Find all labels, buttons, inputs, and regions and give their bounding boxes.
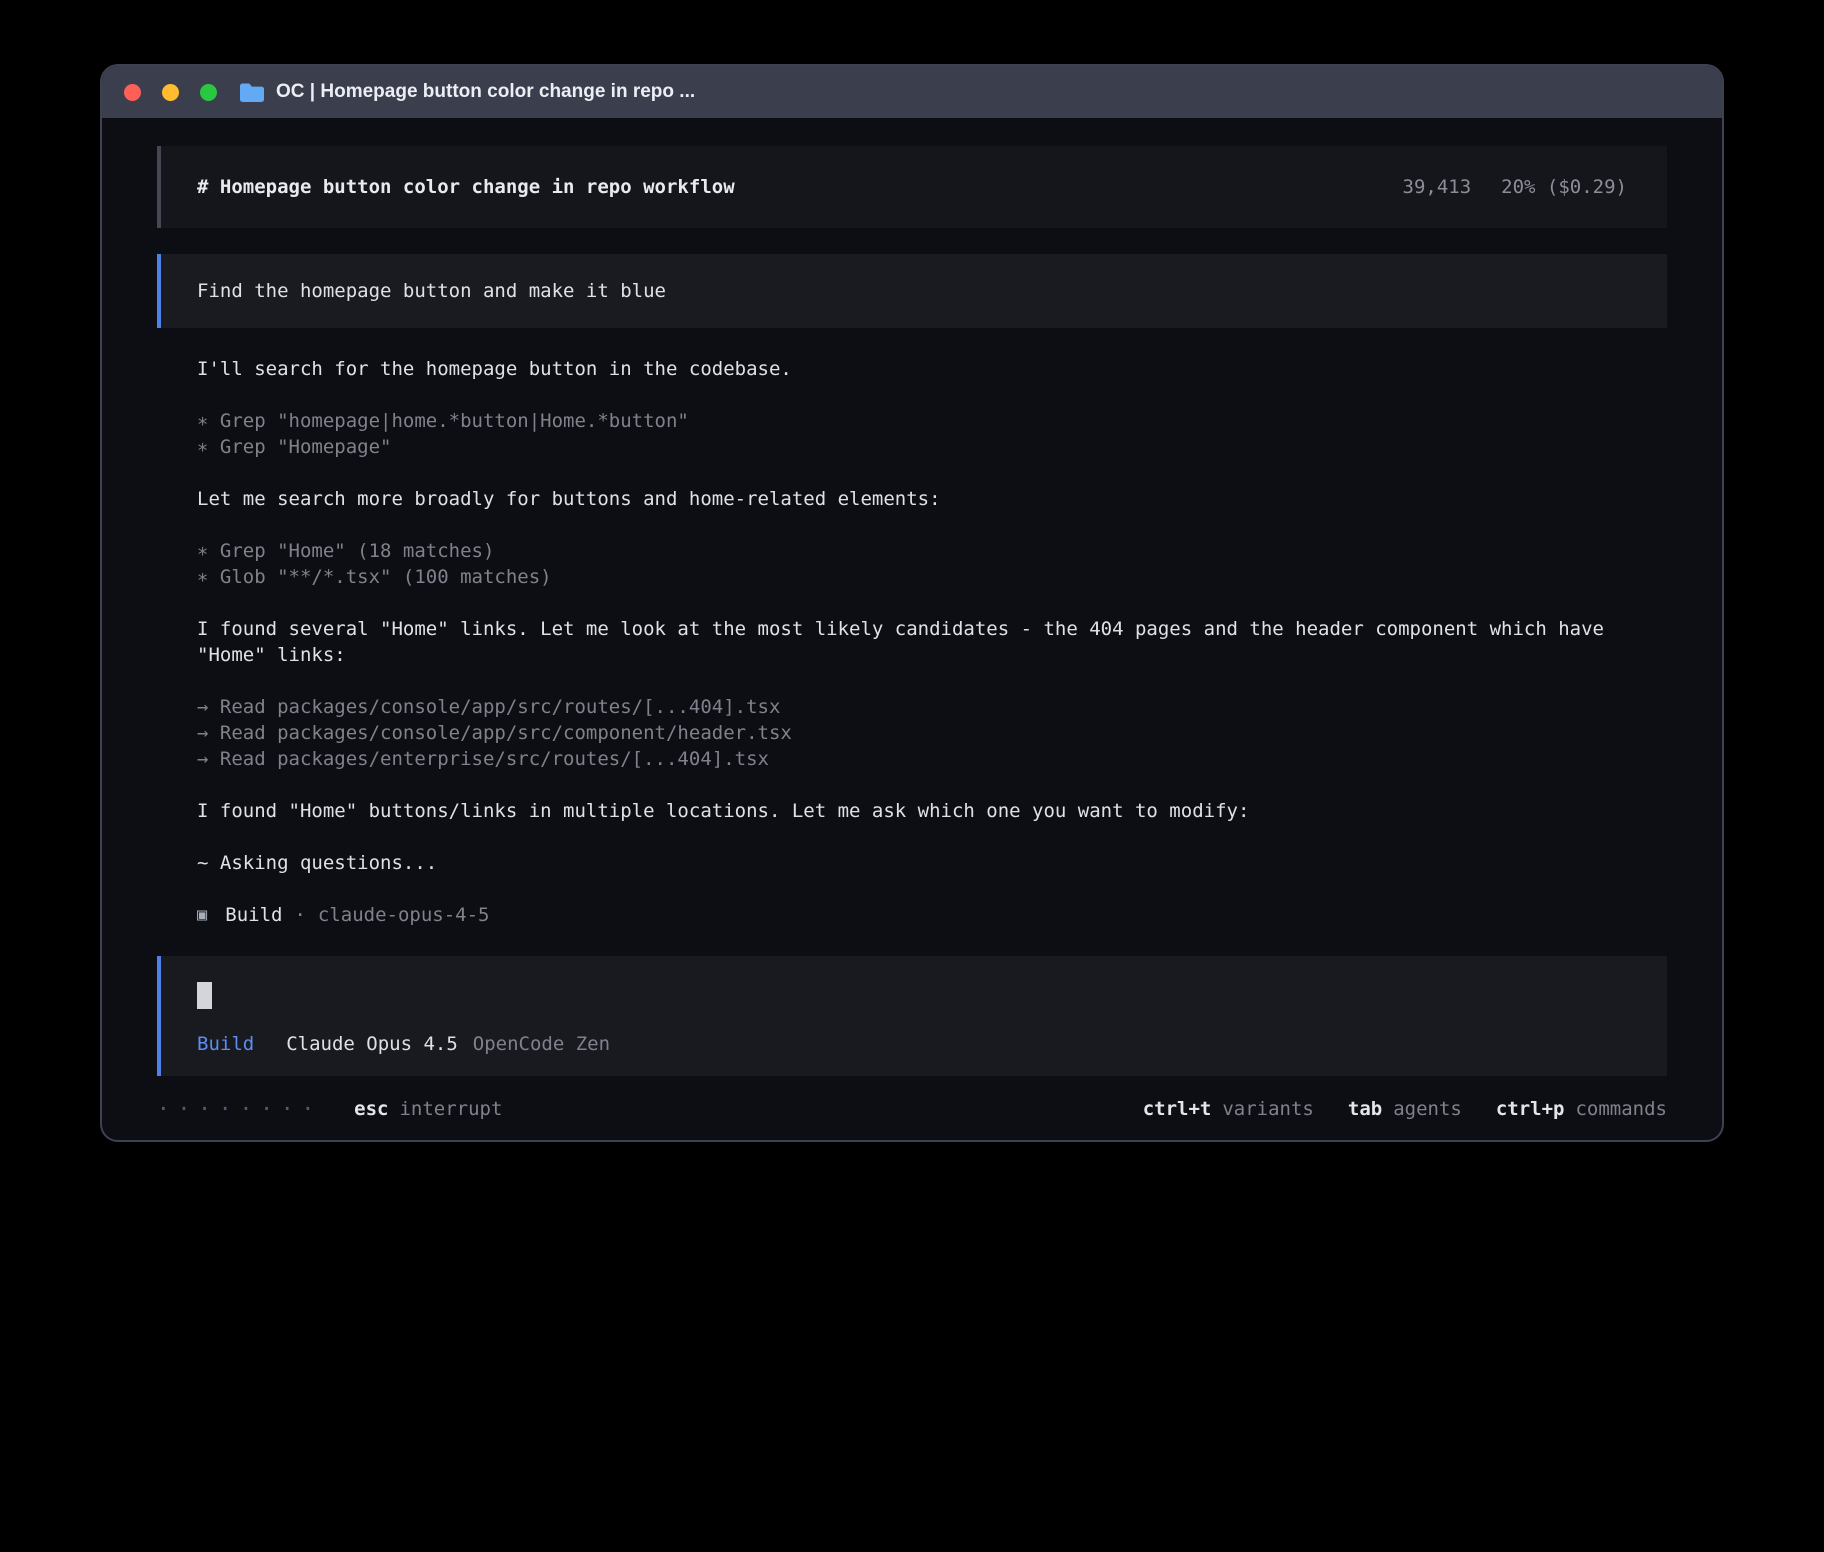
session-title: # Homepage button color change in repo w… [197, 174, 735, 200]
close-window-button[interactable] [124, 84, 141, 101]
assistant-text: I'll search for the homepage button in t… [197, 356, 1667, 382]
text-cursor [197, 982, 212, 1009]
tab-key-label: tab [1348, 1096, 1382, 1122]
token-count: 39,413 [1403, 174, 1472, 200]
user-message: Find the homepage button and make it blu… [157, 254, 1667, 328]
prompt-input[interactable]: Build Claude Opus 4.5 OpenCode Zen [157, 956, 1667, 1076]
agent-separator: · [294, 902, 305, 928]
agent-status: ▣ Build · claude-opus-4-5 [197, 902, 1667, 928]
mode-indicator[interactable]: Build [197, 1031, 254, 1057]
assistant-message: ~ Asking questions... [197, 850, 1667, 876]
assistant-text: I found "Home" buttons/links in multiple… [197, 798, 1667, 824]
context-cost: 20% ($0.29) [1501, 174, 1627, 200]
interrupt-label: interrupt [399, 1096, 502, 1122]
minimize-window-button[interactable] [162, 84, 179, 101]
input-meta: Build Claude Opus 4.5 OpenCode Zen [197, 1031, 1631, 1057]
commands-hint: ctrl+p commands [1496, 1096, 1667, 1122]
folder-icon [239, 82, 265, 103]
tool-call-line: → Read packages/console/app/src/componen… [197, 720, 1667, 746]
assistant-message: I found several "Home" links. Let me loo… [197, 616, 1667, 668]
tool-call-line: → Read packages/enterprise/src/routes/[.… [197, 746, 1667, 772]
variants-hint: ctrl+t variants [1143, 1096, 1314, 1122]
status-bar: ········ esc interrupt ctrl+t variants t… [157, 1096, 1667, 1122]
ctrl-t-key-label: ctrl+t [1143, 1096, 1212, 1122]
status-bar-right: ctrl+t variants tab agents ctrl+p comman… [1143, 1096, 1667, 1122]
tool-call-line: ∗ Grep "Home" (18 matches) [197, 538, 1667, 564]
activity-dots: ········ [157, 1096, 322, 1122]
session-header: # Homepage button color change in repo w… [157, 146, 1667, 228]
tool-call-group: ∗ Grep "homepage|home.*button|Home.*butt… [197, 408, 1667, 460]
tool-call-line: ∗ Glob "**/*.tsx" (100 matches) [197, 564, 1667, 590]
session-stats: 39,413 20% ($0.29) [1403, 174, 1627, 200]
tool-call-group: → Read packages/console/app/src/routes/[… [197, 694, 1667, 772]
terminal-window: OC | Homepage button color change in rep… [100, 64, 1724, 1142]
tool-call-line: ∗ Grep "Homepage" [197, 434, 1667, 460]
agent-model: claude-opus-4-5 [318, 902, 490, 928]
tool-call-line: ∗ Grep "homepage|home.*button|Home.*butt… [197, 408, 1667, 434]
input-cursor-line[interactable] [197, 982, 1631, 1009]
model-name[interactable]: Claude Opus 4.5 [286, 1031, 458, 1057]
traffic-lights [124, 84, 217, 101]
variants-label: variants [1222, 1096, 1314, 1122]
commands-label: commands [1575, 1096, 1667, 1122]
agent-icon: ▣ [197, 902, 207, 928]
provider-name: OpenCode Zen [473, 1031, 610, 1057]
assistant-text: I found several "Home" links. Let me loo… [197, 616, 1667, 668]
terminal-content: # Homepage button color change in repo w… [102, 118, 1722, 1140]
window-title: OC | Homepage button color change in rep… [276, 81, 695, 103]
user-message-text: Find the homepage button and make it blu… [197, 278, 666, 304]
ctrl-p-key-label: ctrl+p [1496, 1096, 1565, 1122]
assistant-message: I'll search for the homepage button in t… [197, 356, 1667, 382]
agents-hint: tab agents [1348, 1096, 1462, 1122]
assistant-text: ~ Asking questions... [197, 850, 1667, 876]
agent-name: Build [225, 902, 282, 928]
agents-label: agents [1393, 1096, 1462, 1122]
zoom-window-button[interactable] [200, 84, 217, 101]
status-bar-left: ········ esc interrupt [157, 1096, 502, 1122]
assistant-text: Let me search more broadly for buttons a… [197, 486, 1667, 512]
window-titlebar[interactable]: OC | Homepage button color change in rep… [102, 66, 1722, 118]
interrupt-hint: esc interrupt [354, 1096, 502, 1122]
assistant-message: I found "Home" buttons/links in multiple… [197, 798, 1667, 824]
tool-call-group: ∗ Grep "Home" (18 matches) ∗ Glob "**/*.… [197, 538, 1667, 590]
conversation: I'll search for the homepage button in t… [197, 356, 1667, 876]
esc-key-label: esc [354, 1096, 388, 1122]
assistant-message: Let me search more broadly for buttons a… [197, 486, 1667, 512]
tool-call-line: → Read packages/console/app/src/routes/[… [197, 694, 1667, 720]
